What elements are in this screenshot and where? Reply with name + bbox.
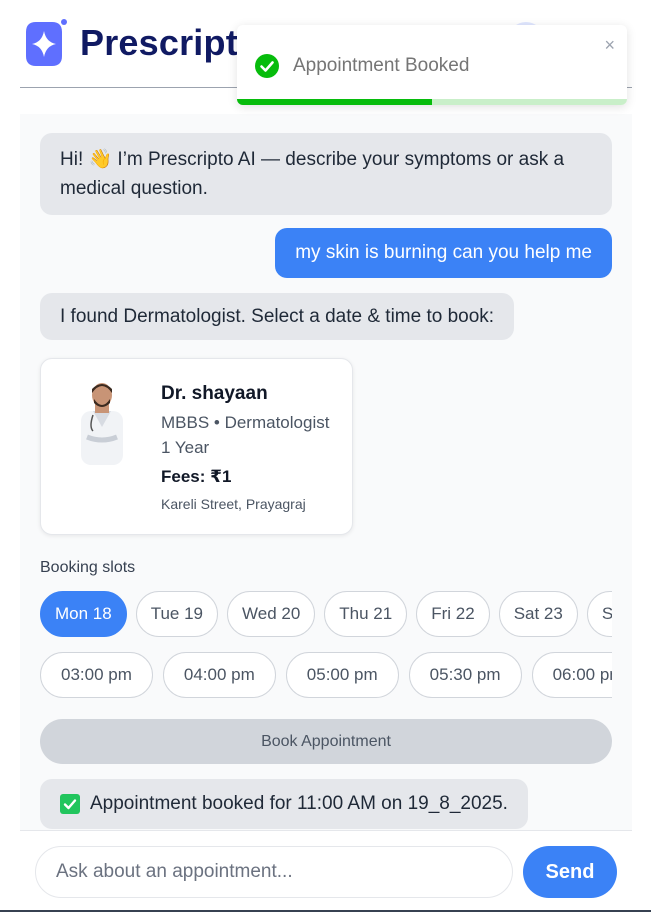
doctor-fees: Fees: ₹1 [161, 467, 231, 487]
doctor-card[interactable]: Dr. shayaan MBBS • Dermatologist 1 Year … [40, 358, 353, 535]
bot-message-reply: I found Dermatologist. Select a date & t… [40, 293, 515, 340]
chat-input-bar: Send [20, 830, 632, 912]
fees-label: Fees: [161, 467, 206, 486]
day-selector: Mon 18Tue 19Wed 20Thu 21Fri 22Sat 23 Sun … [40, 591, 612, 637]
day-slot-pill[interactable]: Sat 23 [498, 591, 578, 637]
booking-slots-label: Booking slots [40, 559, 136, 576]
brand-name: Prescripto [80, 22, 261, 63]
confirmation-text: Appointment booked for 11:00 AM on 19_8_… [90, 793, 508, 814]
check-mark-icon [60, 794, 80, 814]
close-icon[interactable]: × [604, 35, 615, 56]
time-slot-pill[interactable]: 04:00 pm [162, 652, 276, 698]
time-slot-pill[interactable]: 03:00 pm [40, 652, 153, 698]
doctor-specialty: MBBS • Dermatologist [161, 413, 330, 432]
day-slot-pill[interactable]: Tue 19 [135, 591, 218, 637]
doctor-name: Dr. shayaan [161, 383, 268, 404]
app-page: Prescripto Appointment Booked × Hi! 👋 I’… [0, 0, 651, 912]
time-slot-pill[interactable]: 05:00 pm [285, 652, 399, 698]
doctor-experience: 1 Year [161, 438, 210, 457]
day-slot-pill[interactable]: Thu 21 [324, 591, 408, 637]
day-slot-pill[interactable]: Mon 18 [40, 591, 127, 637]
fees-value: ₹1 [210, 467, 232, 486]
bot-message-greeting: Hi! 👋 I’m Prescripto AI — describe your … [40, 133, 612, 215]
prescripto-logo-icon [20, 18, 68, 68]
send-button[interactable]: Send [523, 846, 617, 898]
time-slot-pill[interactable]: 06:00 pm [531, 652, 612, 698]
brand-logo[interactable]: Prescripto [20, 18, 260, 68]
toast-notification: Appointment Booked × [237, 25, 627, 105]
chat-area: Hi! 👋 I’m Prescripto AI — describe your … [20, 114, 632, 830]
doctor-address: Kareli Street, Prayagraj [161, 496, 306, 512]
chat-input[interactable] [35, 846, 513, 898]
toast-progress-bar [237, 99, 432, 105]
book-appointment-button[interactable]: Book Appointment [40, 719, 612, 764]
day-slot-pill[interactable]: Wed 20 [227, 591, 316, 637]
greeting-line-1: Hi! 👋 I’m Prescripto AI — describe your … [60, 149, 565, 170]
day-slot-pill[interactable]: Sun 24 [586, 591, 612, 637]
time-slot-pill[interactable]: 05:30 pm [408, 652, 522, 698]
day-slot-pill[interactable]: Fri 22 [416, 591, 490, 637]
doctor-photo [71, 381, 133, 465]
success-check-icon [255, 54, 279, 78]
time-selector: 03:00 pm04:00 pm05:00 pm05:30 pm06:00 pm [40, 652, 612, 698]
toast-message: Appointment Booked [293, 55, 470, 76]
user-message: my skin is burning can you help me [275, 228, 612, 278]
bot-message-confirmation: Appointment booked for 11:00 AM on 19_8_… [40, 779, 528, 829]
greeting-line-2: medical question. [60, 178, 208, 199]
